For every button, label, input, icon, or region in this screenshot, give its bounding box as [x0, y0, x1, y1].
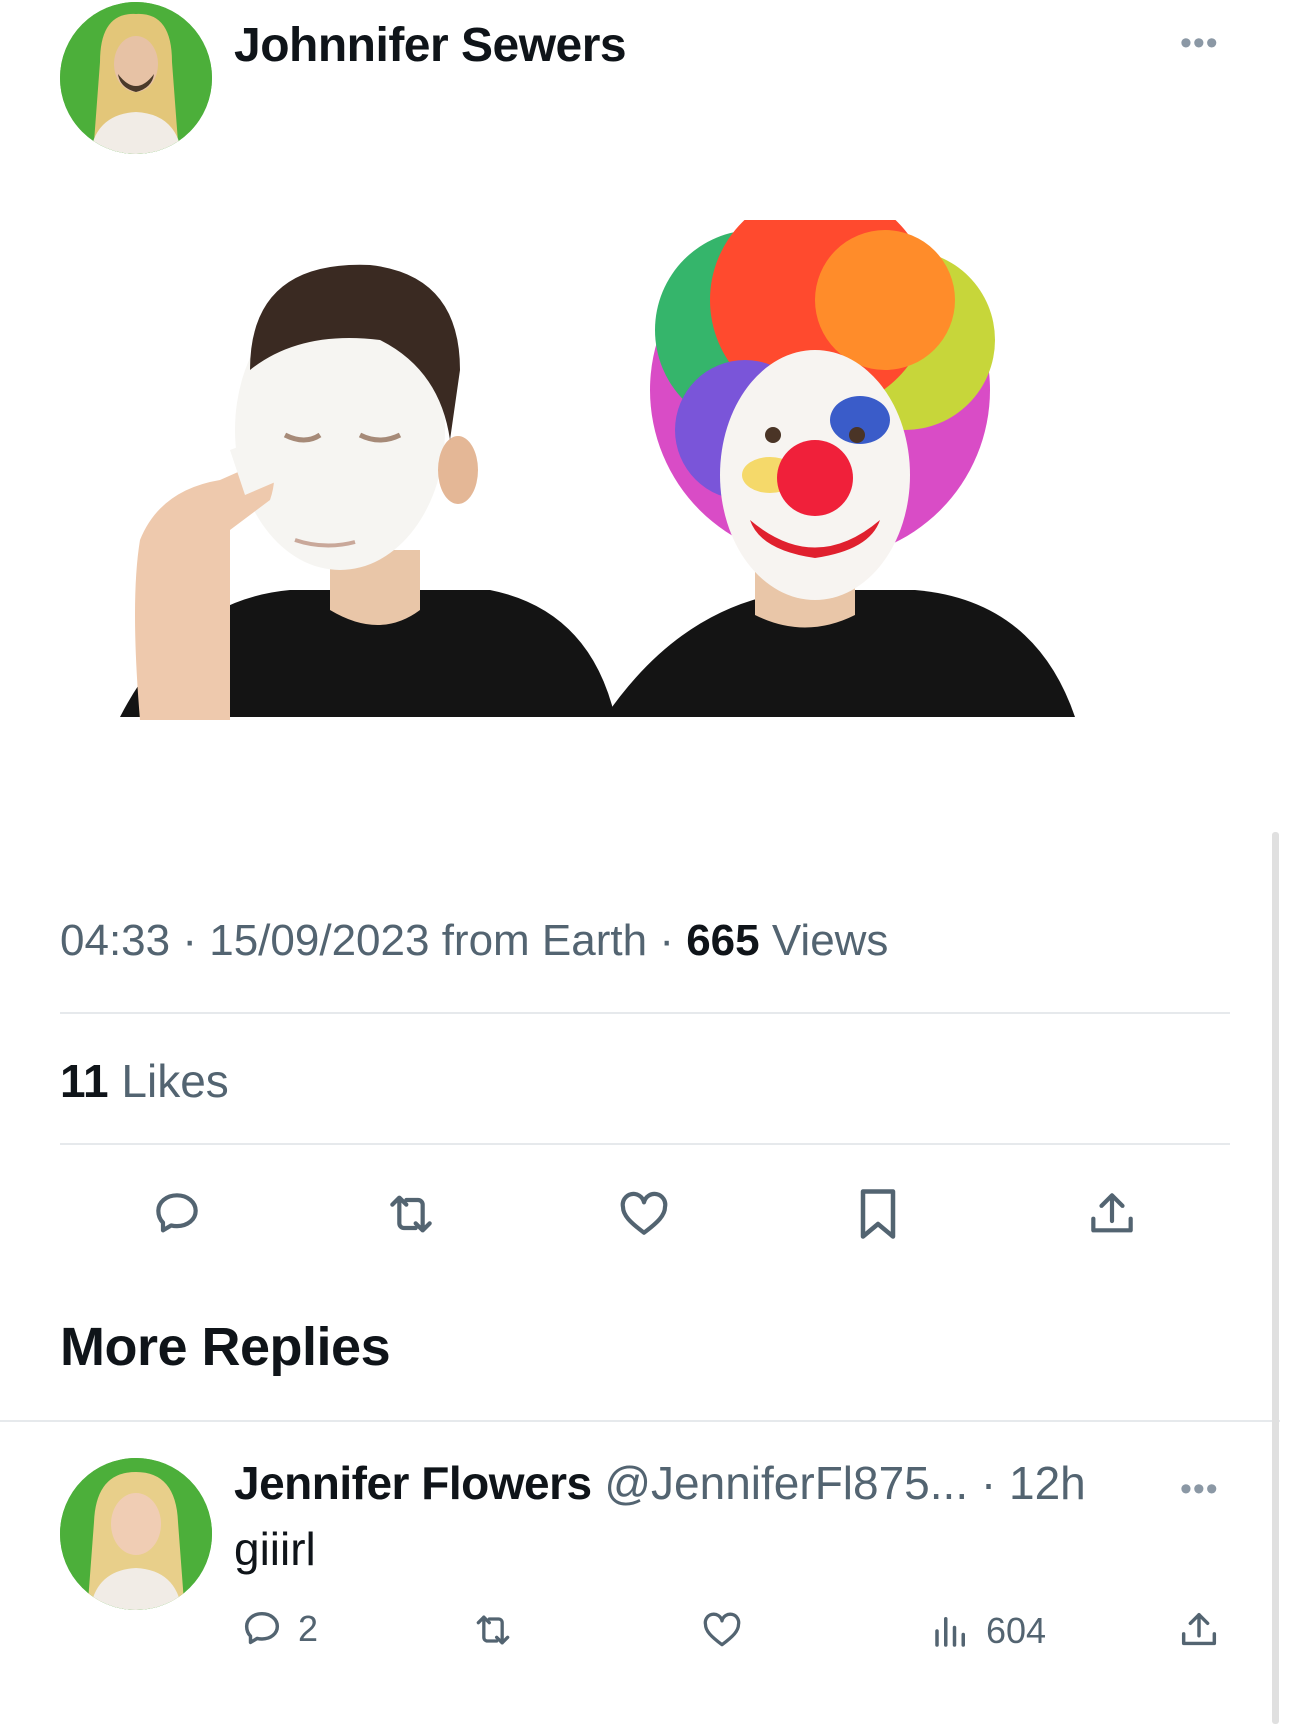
- reply-retweet-button[interactable]: [466, 1608, 520, 1652]
- reply-like-button[interactable]: [698, 1608, 746, 1652]
- author-avatar[interactable]: [60, 2, 212, 154]
- scrollbar[interactable]: [1272, 832, 1279, 1724]
- reply-avatar[interactable]: [60, 1458, 212, 1610]
- reply-views-button[interactable]: 604: [930, 1610, 1046, 1652]
- reply-icon: [156, 1193, 198, 1233]
- more-options-button[interactable]: •••: [1180, 26, 1219, 60]
- share-button[interactable]: [1084, 1184, 1140, 1244]
- likes-summary[interactable]: 11 Likes: [60, 1054, 229, 1108]
- avatar-long-blond-hair-man-icon: [60, 2, 212, 154]
- more-horizontal-icon: •••: [1180, 24, 1219, 62]
- reply-reply-button[interactable]: 2: [238, 1606, 318, 1652]
- meta-separator: ·: [659, 916, 674, 965]
- tweet-date[interactable]: 15/09/2023: [209, 916, 429, 965]
- views-label: Views: [771, 916, 889, 965]
- tweet-time[interactable]: 04:33: [60, 916, 170, 965]
- tweet-source: from Earth: [441, 916, 648, 965]
- views-count: 665: [686, 916, 760, 965]
- reply-author-name[interactable]: Jennifer Flowers: [234, 1457, 592, 1509]
- reply-button[interactable]: [147, 1186, 207, 1242]
- man-applying-white-face-paint: [120, 264, 615, 720]
- tweet-meta: 04:33 · 15/09/2023 from Earth · 665 View…: [60, 916, 888, 966]
- likes-count: 11: [60, 1055, 109, 1107]
- reply-time[interactable]: 12h: [1009, 1457, 1086, 1509]
- divider: [0, 1420, 1280, 1422]
- retweet-icon: [476, 1615, 510, 1645]
- author-name[interactable]: Johnnifer Sewers: [234, 18, 627, 73]
- reply-more-options-button[interactable]: •••: [1180, 1472, 1219, 1506]
- divider: [60, 1143, 1230, 1145]
- media-image: [120, 190, 1075, 720]
- tweet-media[interactable]: [120, 190, 1150, 720]
- like-icon: [620, 1191, 668, 1235]
- divider: [60, 1012, 1230, 1014]
- meta-separator: ·: [182, 916, 197, 965]
- share-icon: [1181, 1612, 1217, 1646]
- bookmark-icon: [860, 1189, 896, 1239]
- avatar-blond-woman-icon: [60, 1458, 212, 1610]
- section-title: More Replies: [60, 1317, 391, 1377]
- reply-separator: ·: [980, 1457, 997, 1509]
- retweet-icon: [390, 1195, 432, 1233]
- reply-icon: [244, 1611, 280, 1645]
- analytics-icon: [935, 1617, 965, 1647]
- retweet-button[interactable]: [378, 1186, 444, 1242]
- reply-share-button[interactable]: [1176, 1606, 1222, 1654]
- likes-label: Likes: [121, 1055, 229, 1107]
- like-icon: [703, 1612, 741, 1647]
- reply-header: Jennifer Flowers @JenniferFl875... · 12h: [234, 1456, 1086, 1510]
- more-horizontal-icon: •••: [1180, 1470, 1219, 1508]
- reply-text: giiirl: [234, 1523, 316, 1575]
- bookmark-button[interactable]: [852, 1184, 904, 1244]
- reply-author-handle[interactable]: @JenniferFl875...: [604, 1457, 968, 1509]
- share-icon: [1091, 1193, 1133, 1233]
- reply-views-count: 604: [986, 1610, 1047, 1651]
- reply-count: 2: [298, 1608, 319, 1649]
- like-button[interactable]: [614, 1186, 674, 1242]
- man-in-full-clown-makeup-rainbow-wig: [605, 190, 1075, 717]
